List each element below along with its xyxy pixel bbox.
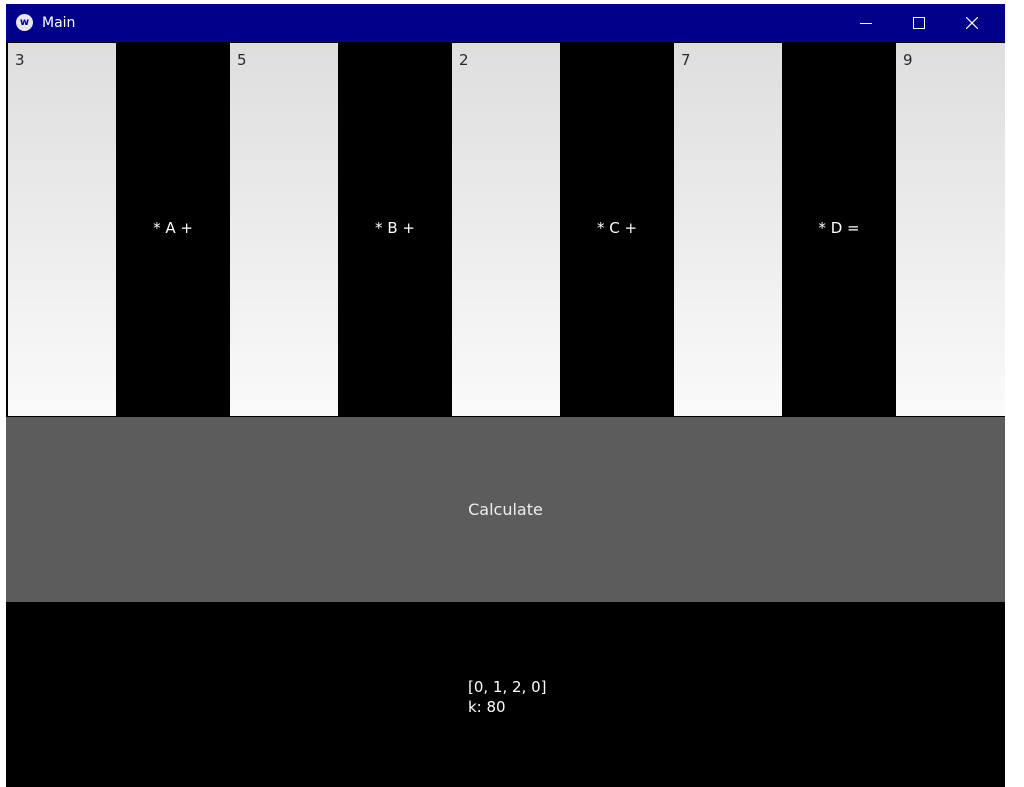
number-key-4[interactable]: 7 (674, 43, 782, 416)
key-number-label: 2 (459, 51, 469, 69)
number-key-1[interactable]: 3 (8, 43, 116, 416)
close-icon (966, 17, 978, 29)
number-key-5[interactable]: 9 (896, 43, 1005, 416)
operator-key-c[interactable]: * C + (560, 43, 674, 416)
calculate-button[interactable]: Calculate (6, 417, 1005, 602)
operator-key-a[interactable]: * A + (116, 43, 230, 416)
key-number-label: 7 (681, 51, 691, 69)
window-title: Main (42, 15, 76, 31)
app-window: w Main 3 * A + 5 * B + 2 * C + 7 * D = 9… (6, 4, 1005, 787)
close-button[interactable] (949, 4, 995, 42)
key-operator-label: * A + (153, 219, 193, 237)
number-key-2[interactable]: 5 (230, 43, 338, 416)
key-number-label: 3 (15, 51, 25, 69)
minimize-icon (860, 23, 872, 24)
number-key-3[interactable]: 2 (452, 43, 560, 416)
minimize-button[interactable] (843, 4, 889, 42)
key-number-label: 5 (237, 51, 247, 69)
piano-keys: 3 * A + 5 * B + 2 * C + 7 * D = 9 (6, 43, 1005, 416)
kivy-logo-icon: w (16, 14, 33, 31)
output-panel: [0, 1, 2, 0] k: 80 (6, 603, 1005, 787)
key-operator-label: * C + (596, 219, 638, 237)
key-number-label: 9 (903, 51, 913, 69)
title-bar[interactable]: w Main (6, 4, 1005, 42)
key-operator-label: * B + (375, 219, 415, 237)
result-k-text: k: 80 (468, 698, 506, 716)
result-list-text: [0, 1, 2, 0] (468, 678, 547, 696)
operator-key-d[interactable]: * D = (782, 43, 896, 416)
maximize-button[interactable] (896, 4, 942, 42)
key-operator-label: * D = (818, 219, 860, 237)
maximize-icon (913, 17, 925, 29)
operator-key-b[interactable]: * B + (338, 43, 452, 416)
